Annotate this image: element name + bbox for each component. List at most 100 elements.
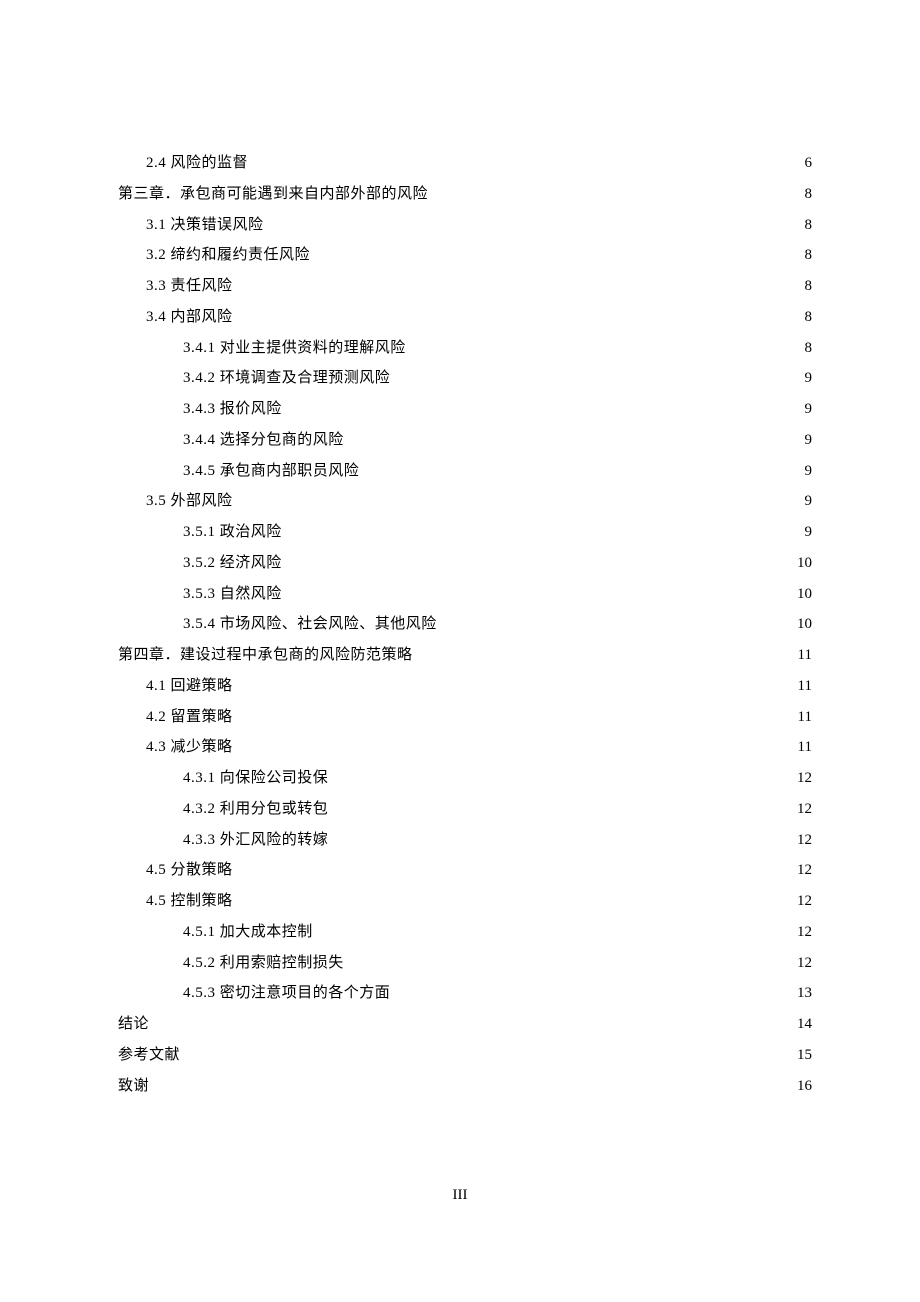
toc-entry-title: 4.1 回避策略 [146, 671, 233, 702]
toc-entry: 4.2 留置策略 11 [118, 702, 812, 733]
toc-entry-page: 9 [790, 394, 812, 425]
dot-leader [252, 152, 786, 167]
toc-entry-page: 8 [790, 271, 812, 302]
toc-entry-page: 8 [790, 210, 812, 241]
toc-entry: 3.4 内部风险8 [118, 302, 812, 333]
toc-entry-page: 9 [790, 517, 812, 548]
toc-entry-title: 4.5.3 密切注意项目的各个方面 [183, 978, 390, 1009]
toc-entry-title: 结论 [118, 1009, 149, 1040]
dot-leader [441, 613, 786, 628]
toc-entry-title: 3.5.3 自然风险 [183, 579, 282, 610]
toc-entry: 致谢16 [118, 1071, 812, 1102]
toc-entry: 4.5 分散策略 12 [118, 855, 812, 886]
toc-entry: 参考文献15 [118, 1040, 812, 1071]
toc-entry-page: 9 [790, 425, 812, 456]
toc-entry-title: 3.2 缔约和履约责任风险 [146, 240, 310, 271]
toc-entry-page: 11 [790, 732, 812, 763]
toc-entry-page: 9 [790, 456, 812, 487]
toc-entry-title: 3.4.5 承包商内部职员风险 [183, 456, 359, 487]
toc-entry-page: 8 [790, 333, 812, 364]
toc-entry-page: 8 [790, 179, 812, 210]
dot-leader [432, 183, 786, 198]
toc-entry-page: 10 [790, 609, 812, 640]
toc-entry-page: 11 [790, 702, 812, 733]
toc-entry: 4.3.2 利用分包或转包 12 [118, 794, 812, 825]
toc-entry-page: 9 [790, 363, 812, 394]
toc-entry-title: 3.4.4 选择分包商的风险 [183, 425, 344, 456]
toc-entry-page: 12 [790, 855, 812, 886]
toc-entry: 第四章．建设过程中承包商的风险防范策略11 [118, 640, 812, 671]
toc-entry: 4.3 减少策略 11 [118, 732, 812, 763]
toc-entry-page: 11 [790, 671, 812, 702]
toc-entry-page: 12 [790, 763, 812, 794]
toc-entry: 3.4.2 环境调查及合理预测风险9 [118, 363, 812, 394]
dot-leader [332, 767, 786, 782]
dot-leader [363, 460, 786, 475]
toc-entry: 3.5.2 经济风险10 [118, 548, 812, 579]
toc-entry-title: 3.5.4 市场风险、社会风险、其他风险 [183, 609, 437, 640]
toc-entry: 3.5.3 自然风险 10 [118, 579, 812, 610]
toc-entry: 4.3.1 向保险公司投保 12 [118, 763, 812, 794]
toc-entry-page: 14 [790, 1009, 812, 1040]
page-number: III [0, 1187, 920, 1204]
dot-leader [332, 829, 786, 844]
toc-entry: 3.5.1 政治风险9 [118, 517, 812, 548]
toc-entry-page: 12 [790, 917, 812, 948]
toc-entry-title: 3.5 外部风险 [146, 486, 233, 517]
dot-leader [268, 214, 786, 229]
toc-entry: 4.5.3 密切注意项目的各个方面13 [118, 978, 812, 1009]
toc-entry: 4.5.1 加大成本控制 12 [118, 917, 812, 948]
toc-entry: 3.5.4 市场风险、社会风险、其他风险 10 [118, 609, 812, 640]
dot-leader [394, 982, 786, 997]
dot-leader [237, 275, 786, 290]
toc-entry-title: 4.2 留置策略 [146, 702, 233, 733]
dot-leader [394, 367, 786, 382]
toc-entry-page: 12 [790, 948, 812, 979]
dot-leader [237, 706, 786, 721]
dot-leader [348, 429, 786, 444]
toc-entry: 3.5 外部风险 9 [118, 486, 812, 517]
toc-entry: 2.4 风险的监督 6 [118, 148, 812, 179]
toc-entry-title: 3.1 决策错误风险 [146, 210, 264, 241]
toc-entry-page: 11 [790, 640, 812, 671]
toc-entry-page: 10 [790, 579, 812, 610]
toc-entry-title: 致谢 [118, 1071, 149, 1102]
toc-entry: 第三章．承包商可能遇到来自内部外部的风险 8 [118, 179, 812, 210]
dot-leader [237, 890, 786, 905]
toc-entry-title: 第三章．承包商可能遇到来自内部外部的风险 [118, 179, 428, 210]
dot-leader [153, 1075, 786, 1090]
dot-leader [417, 644, 786, 659]
toc-entry: 结论 14 [118, 1009, 812, 1040]
toc-entry-title: 4.5 控制策略 [146, 886, 233, 917]
toc-entry: 3.4.4 选择分包商的风险 9 [118, 425, 812, 456]
dot-leader [348, 952, 786, 967]
dot-leader [153, 1013, 786, 1028]
dot-leader [286, 552, 786, 567]
toc-entry: 3.4.3 报价风险 9 [118, 394, 812, 425]
toc-entry-title: 参考文献 [118, 1040, 180, 1071]
dot-leader [317, 921, 786, 936]
toc-entry-title: 4.3.1 向保险公司投保 [183, 763, 328, 794]
dot-leader [237, 859, 786, 874]
toc-entry-title: 4.3.2 利用分包或转包 [183, 794, 328, 825]
toc-entry-title: 4.3 减少策略 [146, 732, 233, 763]
toc-entry: 3.1 决策错误风险 8 [118, 210, 812, 241]
dot-leader [286, 583, 786, 598]
toc-entry: 4.1 回避策略 11 [118, 671, 812, 702]
toc-entry-page: 12 [790, 825, 812, 856]
dot-leader [184, 1044, 786, 1059]
dot-leader [314, 244, 786, 259]
toc-entry-title: 3.4.1 对业主提供资料的理解风险 [183, 333, 406, 364]
toc-entry-title: 3.4.3 报价风险 [183, 394, 282, 425]
toc-entry-page: 6 [790, 148, 812, 179]
toc-entry-title: 4.5.1 加大成本控制 [183, 917, 313, 948]
toc-entry-page: 9 [790, 486, 812, 517]
table-of-contents: 2.4 风险的监督6第三章．承包商可能遇到来自内部外部的风险83.1 决策错误风… [118, 148, 812, 1101]
toc-entry-title: 2.4 风险的监督 [146, 148, 248, 179]
toc-entry: 3.3 责任风险8 [118, 271, 812, 302]
toc-entry-title: 4.3.3 外汇风险的转嫁 [183, 825, 328, 856]
toc-entry-page: 12 [790, 794, 812, 825]
toc-entry: 4.3.3 外汇风险的转嫁 12 [118, 825, 812, 856]
dot-leader [237, 675, 786, 690]
toc-entry-title: 4.5 分散策略 [146, 855, 233, 886]
